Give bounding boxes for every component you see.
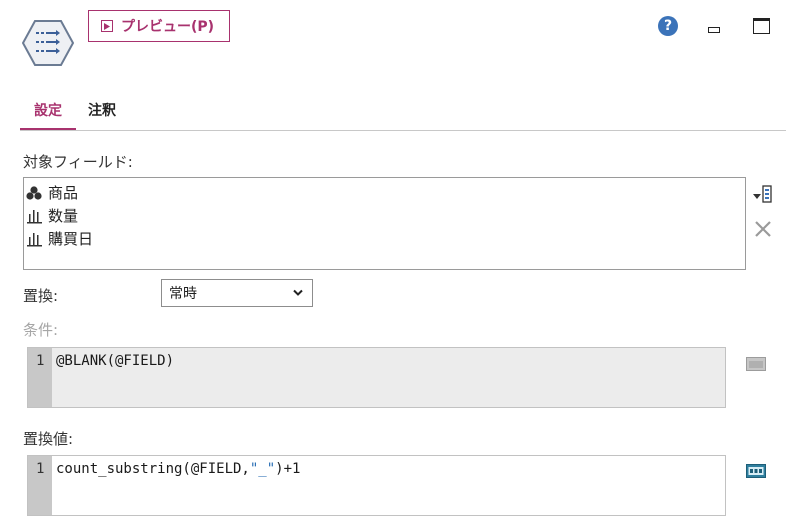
continuous-icon — [27, 209, 42, 223]
maximize-icon[interactable] — [753, 18, 770, 34]
help-icon[interactable]: ? — [658, 16, 678, 36]
tab-settings[interactable]: 設定 — [20, 100, 76, 130]
field-name: 数量 — [48, 207, 79, 225]
condition-code: @BLANK(@FIELD) — [56, 353, 175, 369]
nominal-icon — [26, 185, 42, 200]
replace-value-editor[interactable]: 1 count_substring(@FIELD,"_")+1 — [27, 455, 726, 516]
remove-field-icon[interactable] — [754, 220, 772, 238]
replace-select[interactable]: 常時 — [161, 279, 313, 307]
line-number: 1 — [36, 461, 45, 477]
field-name: 購買日 — [48, 230, 94, 248]
tab-divider — [20, 130, 786, 131]
tab-annotations[interactable]: 注釈 — [88, 100, 116, 130]
replace-value-code[interactable]: count_substring(@FIELD,"_")+1 — [56, 461, 300, 477]
chevron-down-icon — [293, 289, 303, 296]
replace-label: 置換: — [23, 287, 59, 305]
code-prefix: count_substring(@FIELD, — [56, 461, 250, 477]
list-item[interactable]: 購買日 — [26, 227, 743, 250]
play-icon — [101, 20, 113, 32]
replace-value-label: 置換値: — [23, 430, 74, 448]
continuous-icon — [27, 232, 42, 246]
condition-label: 条件: — [23, 321, 59, 339]
fields-label: 対象フィールド: — [23, 153, 133, 171]
filler-node-icon — [21, 20, 75, 66]
replace-selected-value: 常時 — [169, 286, 197, 302]
condition-editor: 1 @BLANK(@FIELD) — [27, 347, 726, 408]
preview-label: プレビュー(P) — [121, 19, 215, 35]
line-number: 1 — [36, 353, 45, 369]
code-string: "_" — [249, 461, 276, 477]
fields-list[interactable]: 商品 数量 購買日 — [23, 177, 746, 270]
expression-builder-icon[interactable] — [746, 463, 766, 483]
minimize-icon[interactable] — [708, 27, 720, 33]
expression-builder-icon — [746, 356, 766, 376]
list-item[interactable]: 数量 — [26, 204, 743, 227]
code-suffix: )+1 — [275, 461, 301, 477]
preview-button[interactable]: プレビュー(P) — [88, 10, 230, 42]
field-picker-icon[interactable] — [752, 184, 774, 204]
field-name: 商品 — [48, 184, 79, 202]
list-item[interactable]: 商品 — [26, 181, 743, 204]
